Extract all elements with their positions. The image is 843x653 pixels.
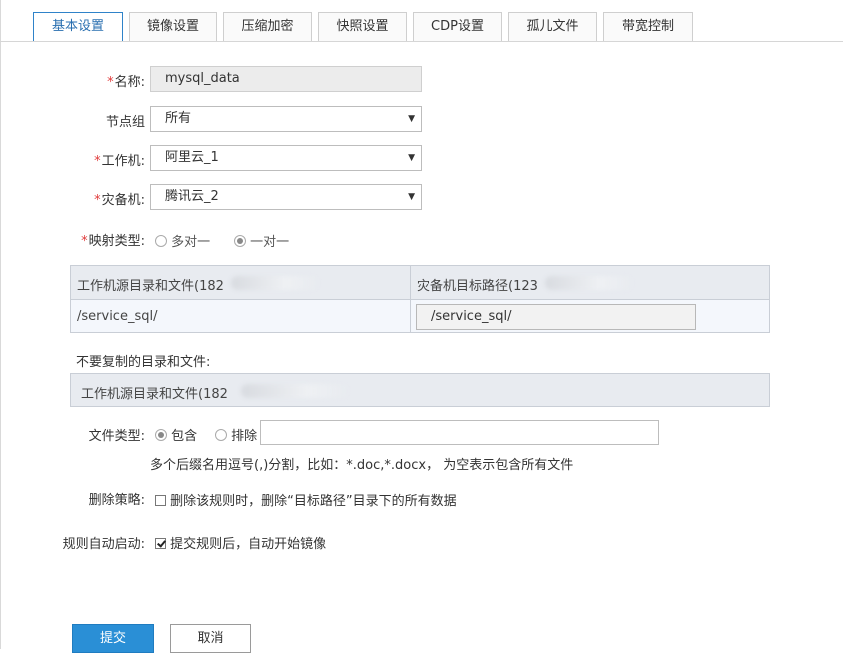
worker-label: *工作机: bbox=[94, 150, 145, 169]
auto-start-checkbox[interactable] bbox=[155, 538, 166, 549]
backup-label: *灾备机: bbox=[94, 189, 145, 208]
tab-snapshot-settings[interactable]: 快照设置 bbox=[318, 12, 407, 41]
tab-orphan-files[interactable]: 孤儿文件 bbox=[508, 12, 597, 41]
worker-label-text: 工作机: bbox=[101, 154, 145, 169]
auto-start-option[interactable]: 提交规则后，自动开始镜像 bbox=[155, 533, 326, 552]
tab-cdp-settings[interactable]: CDP设置 bbox=[413, 12, 502, 41]
worker-value: 阿里云_1 bbox=[165, 150, 219, 165]
exclude-title: 不要复制的目录和文件: bbox=[76, 355, 211, 370]
mapping-option-one-to-one[interactable]: 一对一 bbox=[234, 231, 289, 250]
mapping-option-label: 一对一 bbox=[250, 235, 290, 250]
name-label: *名称: bbox=[107, 71, 145, 90]
left-border bbox=[0, 0, 1, 649]
required-mark: * bbox=[94, 193, 101, 208]
delete-policy-checkbox[interactable] bbox=[155, 495, 166, 506]
tab-mirror-settings[interactable]: 镜像设置 bbox=[129, 12, 217, 41]
redacted-ip bbox=[545, 276, 635, 290]
name-field[interactable]: mysql_data bbox=[150, 66, 422, 92]
file-type-exclude-option[interactable]: 排除 bbox=[215, 425, 257, 444]
tab-compress-encrypt[interactable]: 压缩加密 bbox=[223, 12, 312, 41]
required-mark: * bbox=[94, 154, 101, 169]
radio-button[interactable] bbox=[234, 235, 246, 247]
file-type-label: 文件类型: bbox=[88, 429, 145, 444]
chevron-down-icon: ▼ bbox=[408, 192, 415, 202]
redacted-ip bbox=[241, 384, 351, 398]
node-group-value: 所有 bbox=[165, 111, 192, 126]
node-group-label-text: 节点组 bbox=[105, 115, 145, 130]
mapping-option-label: 多对一 bbox=[171, 235, 211, 250]
file-type-exclude-label: 排除 bbox=[231, 429, 258, 444]
delete-policy-label: 删除策略: bbox=[88, 493, 145, 508]
tab-bar: 基本设置 镜像设置 压缩加密 快照设置 CDP设置 孤儿文件 带宽控制 bbox=[0, 0, 843, 42]
exclude-table-header: 工作机源目录和文件(182 bbox=[70, 373, 770, 407]
backup-select[interactable]: 腾讯云_2 ▼ bbox=[150, 184, 422, 210]
chevron-down-icon: ▼ bbox=[408, 114, 415, 124]
required-mark: * bbox=[107, 75, 114, 90]
redacted-ip bbox=[231, 276, 321, 290]
source-column-header: 工作机源目录和文件(182 bbox=[77, 279, 224, 294]
file-type-extensions-input[interactable] bbox=[260, 420, 659, 445]
auto-start-label: 规则自动启动: bbox=[62, 537, 145, 552]
file-type-include-option[interactable]: 包含 bbox=[155, 425, 197, 444]
mapping-table: 工作机源目录和文件(182 灾备机目标路径(123 /service_sql/ … bbox=[70, 265, 770, 333]
file-type-hint: 多个后缀名用逗号(,)分割，比如：*.doc,*.docx， 为空表示包含所有文… bbox=[150, 458, 574, 473]
tab-underline bbox=[0, 41, 843, 42]
column-divider bbox=[410, 266, 411, 332]
radio-button[interactable] bbox=[215, 429, 227, 441]
tab-basic-settings[interactable]: 基本设置 bbox=[33, 12, 123, 42]
radio-button[interactable] bbox=[155, 235, 167, 247]
exclude-column-header: 工作机源目录和文件(182 bbox=[81, 387, 228, 402]
delete-policy-option[interactable]: 删除该规则时，删除“目标路径”目录下的所有数据 bbox=[155, 490, 457, 509]
node-group-select[interactable]: 所有 ▼ bbox=[150, 106, 422, 132]
radio-button[interactable] bbox=[155, 429, 167, 441]
tab-bandwidth-control[interactable]: 带宽控制 bbox=[603, 12, 693, 41]
name-label-text: 名称: bbox=[114, 75, 145, 90]
backup-value: 腾讯云_2 bbox=[165, 189, 219, 204]
node-group-label: 节点组 bbox=[106, 111, 145, 130]
target-path-input[interactable]: /service_sql/ bbox=[416, 304, 696, 330]
source-path: /service_sql/ bbox=[77, 309, 158, 324]
mapping-type-label: *映射类型: bbox=[81, 230, 145, 249]
target-column-header: 灾备机目标路径(123 bbox=[417, 279, 538, 294]
auto-start-checkbox-label: 提交规则后，自动开始镜像 bbox=[170, 537, 327, 552]
required-mark: * bbox=[81, 234, 88, 249]
file-type-include-label: 包含 bbox=[171, 429, 198, 444]
backup-label-text: 灾备机: bbox=[101, 193, 145, 208]
chevron-down-icon: ▼ bbox=[408, 153, 415, 163]
delete-policy-checkbox-label: 删除该规则时，删除“目标路径”目录下的所有数据 bbox=[170, 494, 457, 509]
mapping-type-label-text: 映射类型: bbox=[88, 234, 145, 249]
worker-select[interactable]: 阿里云_1 ▼ bbox=[150, 145, 422, 171]
mapping-option-many-to-one[interactable]: 多对一 bbox=[155, 231, 210, 250]
